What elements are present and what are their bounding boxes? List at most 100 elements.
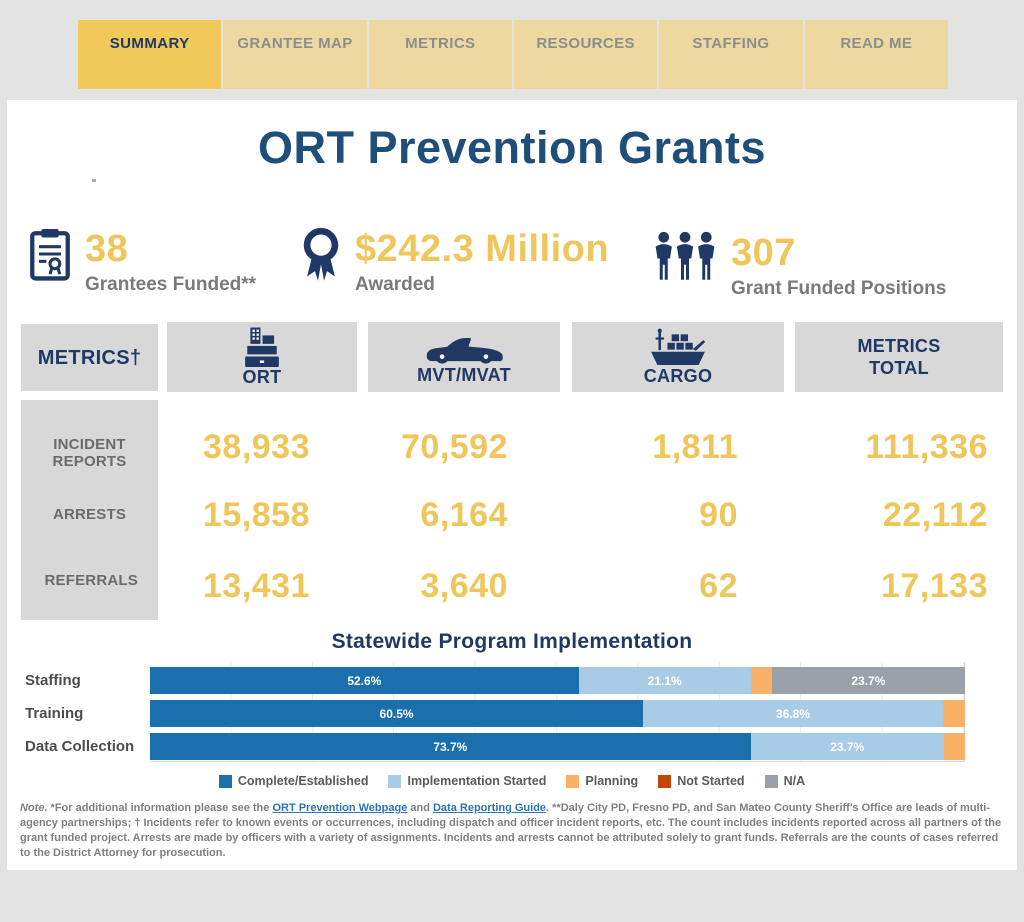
bar-segment-complete-established[interactable]: 52.6% <box>150 667 579 694</box>
footnote-text: *For additional information please see t… <box>48 802 273 814</box>
legend-item-planning[interactable]: Planning <box>566 774 638 788</box>
tab-grantee-map[interactable]: GRANTEE MAP <box>223 20 366 89</box>
people-icon <box>652 231 718 281</box>
chart-legend: Complete/Established Implementation Start… <box>7 774 1017 788</box>
legend-label: Not Started <box>677 774 744 788</box>
stat-label: Grantees Funded** <box>85 274 256 296</box>
bar-track: 52.6% 21.1% 23.7% <box>150 667 965 694</box>
header-label: CARGO <box>644 366 713 386</box>
legend-item-not-started[interactable]: Not Started <box>658 774 744 788</box>
tab-summary[interactable]: SUMMARY <box>78 20 221 89</box>
cell-referrals-cargo: 62 <box>572 567 738 606</box>
legend-label: N/A <box>784 774 806 788</box>
legend-label: Implementation Started <box>407 774 546 788</box>
tab-metrics[interactable]: METRICS <box>369 20 512 89</box>
bar-segment-planning[interactable] <box>943 700 965 727</box>
legend-swatch <box>219 775 232 788</box>
cell-arrests-total: 22,112 <box>795 496 988 535</box>
cell-incident-reports-total: 111,336 <box>795 428 988 467</box>
stat-grant-funded-positions: 307 Grant Funded Positions <box>652 231 946 300</box>
cell-arrests-cargo: 90 <box>572 496 738 535</box>
bar-segment-complete-established[interactable]: 73.7% <box>150 733 751 760</box>
stat-label: Awarded <box>355 274 609 296</box>
header-label: ORT <box>243 367 282 387</box>
legend-item-n-a[interactable]: N/A <box>765 774 806 788</box>
row-label-arrests: ARRESTS <box>21 506 158 523</box>
cell-referrals-ort: 13,431 <box>167 567 310 606</box>
legend-label: Complete/Established <box>238 774 369 788</box>
legend-item-implementation-started[interactable]: Implementation Started <box>388 774 546 788</box>
stat-awarded: $242.3 Million Awarded <box>300 227 609 296</box>
stat-label: Grant Funded Positions <box>731 278 946 300</box>
stray-mark <box>92 179 96 182</box>
footnote: Note. *For additional information please… <box>20 801 1010 861</box>
footnote-lead: Note. <box>20 802 48 814</box>
bar-segment-n-a[interactable]: 23.7% <box>772 667 965 694</box>
bar-segment-implementation-started[interactable]: 23.7% <box>751 733 944 760</box>
cell-referrals-mvt: 3,640 <box>368 567 508 606</box>
row-label-referrals: REFERRALS <box>21 572 158 589</box>
page-title: ORT Prevention Grants <box>7 122 1017 174</box>
chart-row-training: Training 60.5% 36.8% <box>20 700 965 727</box>
legend-swatch <box>388 775 401 788</box>
ort-prevention-webpage-link[interactable]: ORT Prevention Webpage <box>272 802 407 814</box>
bar-segment-label: 73.7% <box>433 740 467 754</box>
bar-segment-complete-established[interactable]: 60.5% <box>150 700 643 727</box>
legend-label: Planning <box>585 774 638 788</box>
bar-track: 60.5% 36.8% <box>150 700 965 727</box>
bar-segment-implementation-started[interactable]: 36.8% <box>643 700 943 727</box>
cell-arrests-ort: 15,858 <box>167 496 310 535</box>
chart-rows: Staffing 52.6% 21.1% 23.7% Training 60.5% 36.8… <box>20 667 965 760</box>
legend-swatch <box>658 775 671 788</box>
cell-incident-reports-ort: 38,933 <box>167 428 310 467</box>
bar-segment-label: 21.1% <box>648 674 682 688</box>
category-label: Training <box>20 705 150 722</box>
bar-segment-implementation-started[interactable]: 21.1% <box>579 667 751 694</box>
clipboard-certificate-icon <box>28 227 72 281</box>
legend-swatch <box>566 775 579 788</box>
tab-read-me[interactable]: READ ME <box>805 20 948 89</box>
chart-title: Statewide Program Implementation <box>7 630 1017 654</box>
bar-segment-label: 52.6% <box>347 674 381 688</box>
chart-row-data-collection: Data Collection 73.7% 23.7% <box>20 733 965 760</box>
tab-staffing[interactable]: STAFFING <box>659 20 802 89</box>
category-label: Staffing <box>20 672 150 689</box>
summary-panel: ORT Prevention Grants 38 Grantees Funded… <box>7 100 1017 870</box>
table-row-header-column: INCIDENT REPORTS ARRESTS REFERRALS <box>21 400 158 620</box>
table-header-ort: ORT <box>167 322 357 392</box>
cell-referrals-total: 17,133 <box>795 567 988 606</box>
cash-register-icon <box>233 327 291 367</box>
chart-row-staffing: Staffing 52.6% 21.1% 23.7% <box>20 667 965 694</box>
cell-incident-reports-cargo: 1,811 <box>572 428 738 467</box>
bar-segment-label: 23.7% <box>851 674 885 688</box>
bar-track: 73.7% 23.7% <box>150 733 965 760</box>
legend-item-complete-established[interactable]: Complete/Established <box>219 774 369 788</box>
award-ribbon-icon <box>300 227 342 285</box>
footnote-text: and <box>407 802 433 814</box>
tab-bar: SUMMARY GRANTEE MAP METRICS RESOURCES ST… <box>78 20 948 89</box>
table-header-cargo: CARGO <box>572 322 784 392</box>
data-reporting-guide-link[interactable]: Data Reporting Guide <box>433 802 546 814</box>
cell-arrests-mvt: 6,164 <box>368 496 508 535</box>
row-label-incident-reports: INCIDENT REPORTS <box>21 436 158 470</box>
legend-swatch <box>765 775 778 788</box>
bar-segment-label: 23.7% <box>830 740 864 754</box>
stat-value: 307 <box>731 231 946 275</box>
cell-incident-reports-mvt: 70,592 <box>368 428 508 467</box>
header-label: METRICS TOTAL <box>844 335 954 379</box>
bar-segment-planning[interactable] <box>944 733 965 760</box>
header-label: MVT/MVAT <box>417 365 511 385</box>
header-label: METRICS† <box>38 348 142 368</box>
bar-segment-planning[interactable] <box>751 667 772 694</box>
tab-resources[interactable]: RESOURCES <box>514 20 657 89</box>
stat-grantees-funded: 38 Grantees Funded** <box>28 227 256 296</box>
car-icon <box>418 329 510 365</box>
stat-value: 38 <box>85 227 256 271</box>
cargo-ship-icon <box>640 328 716 366</box>
bar-segment-label: 36.8% <box>776 707 810 721</box>
table-header-metrics-total: METRICS TOTAL <box>795 322 1003 392</box>
bar-segment-label: 60.5% <box>380 707 414 721</box>
stat-value: $242.3 Million <box>355 227 609 271</box>
category-label: Data Collection <box>20 738 150 755</box>
table-header-metrics: METRICS† <box>21 324 158 391</box>
